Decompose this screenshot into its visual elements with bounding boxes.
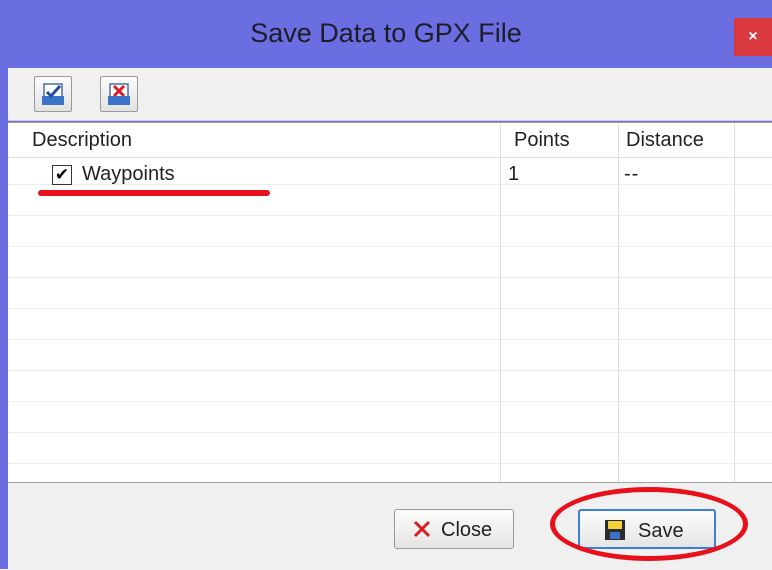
grid-header: Description Points Distance bbox=[8, 123, 772, 158]
row-description: Waypoints bbox=[82, 163, 175, 185]
close-x-icon bbox=[413, 520, 431, 538]
row-points: 1 bbox=[508, 163, 520, 185]
check-all-button[interactable] bbox=[34, 76, 72, 112]
title-bar: Save Data to GPX File × bbox=[0, 0, 772, 68]
annotation-circle bbox=[550, 487, 748, 561]
column-header-description[interactable]: Description bbox=[32, 129, 132, 152]
window-close-button[interactable]: × bbox=[734, 18, 772, 56]
column-header-distance[interactable]: Distance bbox=[626, 129, 704, 152]
save-gpx-dialog: Save Data to GPX File × Description Poin… bbox=[0, 0, 772, 570]
uncheck-all-button[interactable] bbox=[100, 76, 138, 112]
close-button-label: Close bbox=[441, 519, 493, 541]
waypoints-checkbox[interactable]: ✔ bbox=[52, 165, 72, 185]
table-row[interactable]: ✔ Waypoints 1 -- bbox=[8, 159, 772, 191]
toolbar bbox=[8, 68, 772, 121]
annotation-underline bbox=[38, 190, 270, 196]
dialog-title: Save Data to GPX File bbox=[250, 18, 522, 48]
layers-grid: Description Points Distance ✔ Waypoints … bbox=[8, 122, 772, 483]
check-all-icon bbox=[42, 83, 64, 105]
uncheck-all-icon bbox=[108, 83, 130, 105]
close-button[interactable]: Close bbox=[394, 509, 514, 549]
column-header-points[interactable]: Points bbox=[514, 129, 570, 152]
row-distance: -- bbox=[624, 163, 640, 185]
